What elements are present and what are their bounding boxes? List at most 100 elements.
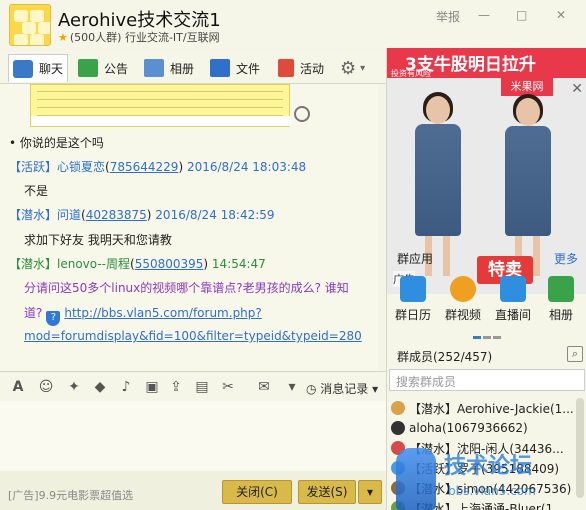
tab-label: 公告 — [104, 61, 129, 76]
tab-activity[interactable]: 活动 — [274, 54, 328, 82]
input-toolbar: A ☺ ✦ ◆ ♪ ▣ ⇪ ▤ ✂ ✉ ▾ ◷ 消息记录 ▾ — [0, 371, 386, 401]
sender-name[interactable]: 问道 — [57, 208, 81, 222]
pin-flag-icon — [278, 59, 294, 77]
watermark-text: 技术论坛 — [444, 454, 533, 479]
star-icon: ★ — [58, 31, 68, 44]
member-name: aloha(1067936662) — [409, 421, 528, 435]
close-icon[interactable]: ✕ — [556, 8, 566, 22]
message-input[interactable] — [0, 401, 386, 471]
more-link[interactable]: 更多 — [554, 250, 578, 267]
screenshot-icon[interactable]: ✂ — [220, 379, 236, 395]
message-header: 【潜水】问道(40283875) 2016/8/24 18:42:59 — [9, 208, 275, 222]
member-item[interactable]: 【潜水】Aerohive-Jackie(1... — [391, 398, 574, 418]
group-subtitle: ★ (500人群) 行业交流-IT/互联网 — [58, 29, 220, 45]
members-title: 群成员(252/457) — [397, 350, 493, 364]
picture-icon[interactable]: ▤ — [194, 379, 210, 395]
report-link[interactable]: 举报 — [436, 8, 460, 25]
member-name: 【潜水】Aerohive-Jackie(1... — [409, 401, 574, 416]
settings-icon[interactable]: ⚙ ▾ — [336, 54, 369, 82]
message-text: • 你说的是这个吗 — [9, 136, 104, 150]
watermark-figure — [396, 448, 436, 510]
search-icon[interactable]: ⌕ — [567, 346, 583, 362]
history-button[interactable]: ◷ 消息记录 ▾ — [306, 380, 378, 397]
app-label: 群视频 — [444, 308, 481, 322]
send-options-icon[interactable]: ▾ — [358, 480, 382, 504]
window-header: Aerohive技术交流1 ★ (500人群) 行业交流-IT/互联网 举报 — … — [0, 0, 586, 48]
ad-banner-top[interactable]: 3支牛股明日拉升 投资有风险 — [387, 48, 586, 78]
chat-icon — [13, 59, 33, 78]
app-label: 群日历 — [394, 308, 431, 322]
folder-icon — [210, 59, 230, 77]
tab-album[interactable]: 相册 — [140, 54, 198, 82]
page-indicator[interactable] — [473, 328, 503, 342]
font-icon[interactable]: A — [10, 379, 26, 395]
tab-files[interactable]: 文件 — [206, 54, 264, 82]
message-text: 道? — [24, 306, 43, 320]
message-time: 2016/8/24 18:42:59 — [155, 208, 275, 222]
member-item[interactable]: aloha(1067936662) — [391, 418, 528, 438]
magic-icon[interactable]: ✦ — [66, 379, 82, 395]
message-link[interactable]: mod=forumdisplay&fid=100&filter=typeid&t… — [24, 329, 362, 343]
footer-ad[interactable]: [广告]9.9元电影票超值选 — [8, 487, 133, 503]
maximize-icon[interactable]: □ — [516, 8, 527, 22]
image-icon[interactable]: ▣ — [144, 379, 160, 395]
send-button[interactable]: 发送(S) — [298, 480, 356, 504]
shared-screenshot-image[interactable] — [30, 84, 291, 127]
tab-announcement[interactable]: 公告 — [74, 54, 132, 82]
live-icon — [500, 276, 526, 302]
watermark-url: bbs.vlan5.com — [448, 484, 536, 498]
watermark: 技术论坛 bbs.vlan5.com — [392, 448, 586, 510]
sender-id[interactable]: 40283875 — [86, 208, 147, 222]
message-time: 14:54:47 — [211, 257, 266, 271]
main-tabs: 聊天 公告 相册 文件 活动 ⚙ ▾ — [0, 50, 386, 84]
message-body-line: 道?? http://bbs.vlan5.com/forum.php? — [24, 304, 262, 326]
member-tag: 【潜水】 — [9, 257, 58, 271]
message-body: 分请问这50多个linux的视频哪个靠谱点?老男孩的成么? 谁知 — [24, 281, 349, 295]
right-panel: 3支牛股明日拉升 投资有风险 米果网 ✕ 特卖 广告 群应用 更多 群日历 群视… — [386, 48, 586, 510]
red-packet-icon[interactable]: ✉ — [256, 379, 272, 395]
avatar — [391, 421, 405, 435]
album-icon — [548, 276, 574, 302]
group-logo[interactable] — [9, 4, 51, 46]
app-live[interactable]: 直播间 — [491, 276, 535, 323]
shield-icon: ? — [46, 311, 61, 326]
minimize-icon[interactable]: — — [478, 8, 490, 22]
app-album[interactable]: 相册 — [539, 276, 583, 323]
tab-label: 文件 — [236, 61, 261, 76]
member-tag: 【潜水】 — [9, 208, 58, 222]
avatar — [391, 401, 405, 415]
tab-label: 聊天 — [39, 62, 64, 76]
sender-name[interactable]: lenovo--周程 — [57, 257, 130, 271]
message-body: 不是 — [24, 184, 49, 198]
message-time: 2016/8/24 18:03:48 — [186, 160, 307, 174]
app-video[interactable]: 群视频 — [441, 276, 485, 323]
sender-id[interactable]: 550800395 — [135, 257, 204, 271]
emoji-icon[interactable]: ☺ — [38, 379, 54, 395]
close-button[interactable]: 关闭(C) — [222, 480, 292, 504]
shake-icon[interactable]: ◆ — [92, 379, 108, 395]
group-info: (500人群) 行业交流-IT/互联网 — [69, 31, 220, 44]
more-icon[interactable]: ▾ — [284, 379, 300, 395]
member-search-input[interactable]: 搜索群成员 — [389, 369, 585, 391]
app-label: 相册 — [548, 308, 573, 322]
app-calendar[interactable]: 群日历 — [391, 276, 435, 323]
upload-icon[interactable]: ⇪ — [168, 379, 184, 395]
message-header: 【活跃】心锁夏恋(785644229) 2016/8/24 18:03:48 — [9, 160, 307, 174]
message-body: 求加下好友 我明天和您请教 — [24, 233, 172, 247]
footer: [广告]9.9元电影票超值选 关闭(C) 发送(S) ▾ — [0, 471, 386, 510]
tab-chat[interactable]: 聊天 — [8, 54, 69, 82]
zoom-icon[interactable] — [294, 106, 310, 122]
member-tag: 【活跃】 — [9, 160, 58, 174]
message-link[interactable]: http://bbs.vlan5.com/forum.php? — [64, 306, 261, 320]
sender-id[interactable]: 785644229 — [110, 160, 179, 174]
chat-history[interactable]: • 你说的是这个吗 【活跃】心锁夏恋(785644229) 2016/8/24 … — [0, 84, 378, 371]
calendar-icon — [400, 276, 426, 302]
sender-name[interactable]: 心锁夏恋 — [57, 160, 105, 174]
voice-icon[interactable]: ♪ — [118, 379, 134, 395]
app-label: 直播间 — [494, 308, 531, 322]
close-icon[interactable]: ✕ — [571, 81, 583, 97]
tab-label: 相册 — [170, 61, 195, 76]
video-icon — [450, 276, 476, 302]
message-header: 【潜水】lenovo--周程(550800395) 14:54:47 — [9, 257, 266, 271]
history-label: 消息记录 — [320, 382, 369, 396]
